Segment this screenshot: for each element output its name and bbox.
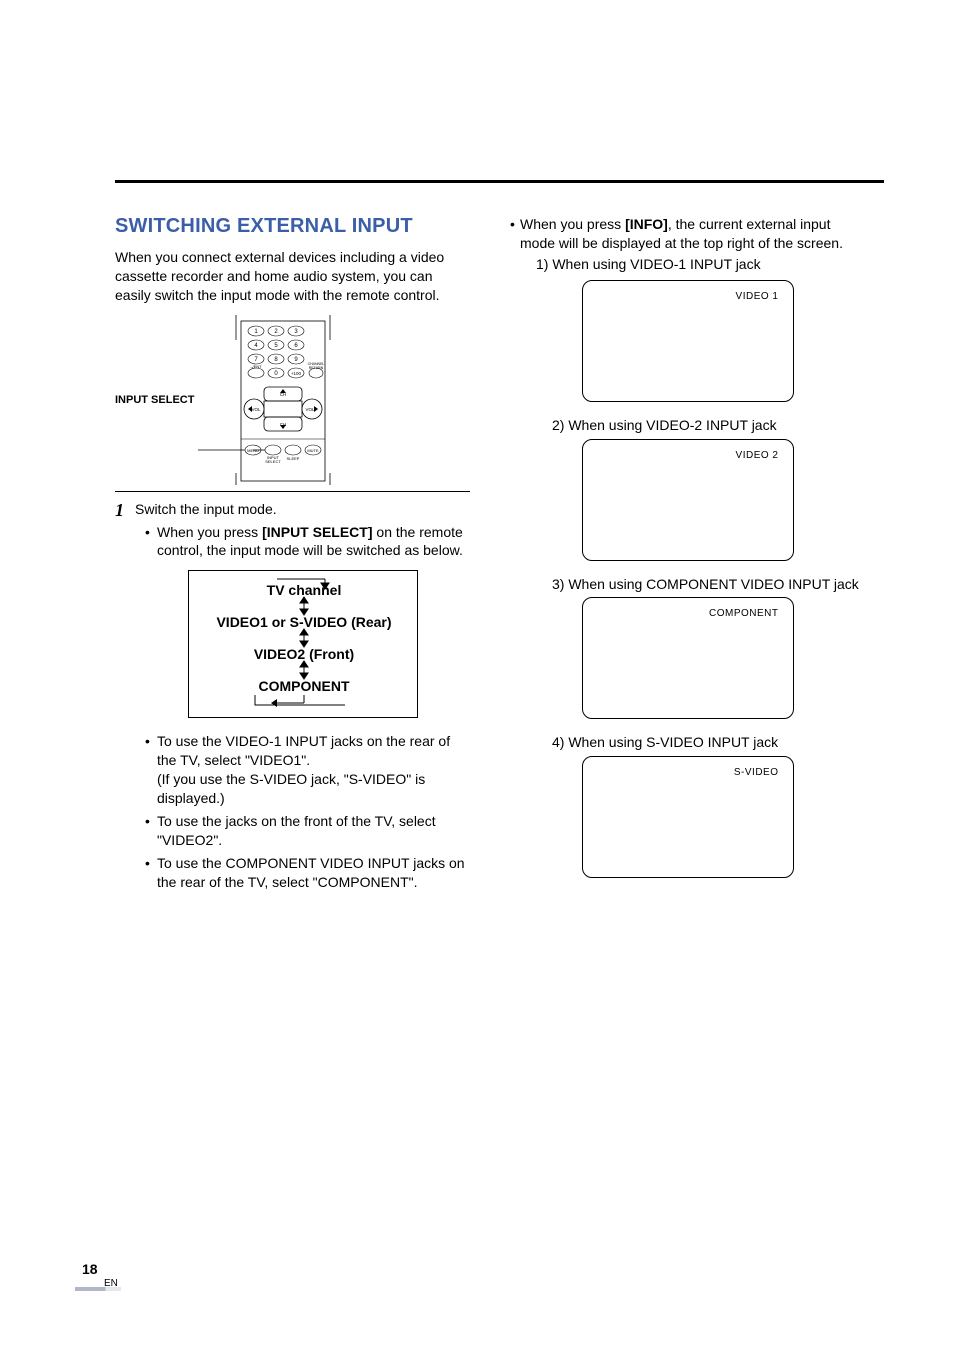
caption-svideo: 4) When using S-VIDEO INPUT jack [536, 733, 865, 752]
remote-svg: 1 2 3 4 5 6 7 8 9 –/ENT 0 +1 [198, 315, 368, 485]
tv-screen-video1: VIDEO 1 [582, 280, 794, 402]
intro-paragraph: When you connect external devices includ… [115, 248, 470, 305]
step-bullet-input-select: When you press [INPUT SELECT] on the rem… [145, 523, 470, 561]
left-column: SWITCHING EXTERNAL INPUT When you connec… [115, 215, 470, 895]
step-separator-rule [115, 491, 470, 492]
section-title: SWITCHING EXTERNAL INPUT [115, 215, 470, 238]
step-number: 1 [115, 500, 135, 896]
lead-bold-info: [INFO] [625, 216, 668, 232]
dash-ent-label: –/ENT [251, 364, 263, 369]
channel-return-label-2: RETURN [309, 366, 324, 370]
tv-screen-svideo: S-VIDEO [582, 756, 794, 878]
input-select-button-label-2: SELECT [266, 459, 282, 464]
lead-pre: When you press [520, 216, 625, 232]
tv-label-svideo: S-VIDEO [734, 767, 779, 778]
remote-illustration: 1 2 3 4 5 6 7 8 9 –/ENT 0 +1 [198, 315, 368, 485]
two-column-layout: SWITCHING EXTERNAL INPUT When you connec… [115, 215, 884, 895]
caption-wrap-2: 2) When using VIDEO-2 INPUT jack [510, 416, 865, 435]
sleep-button-label: SLEEP [287, 456, 300, 461]
flow-svg: TV channel VIDEO1 or S-VIDEO (Rear) VIDE… [197, 577, 411, 707]
vol-right-label: VOL [306, 407, 316, 412]
vol-left-label: VOL [252, 407, 262, 412]
step-text: Switch the input mode. [135, 501, 277, 517]
caption-wrap-4: 4) When using S-VIDEO INPUT jack [510, 733, 865, 752]
remote-figure: INPUT SELECT 1 [115, 315, 470, 485]
caption-component: 3) When using COMPONENT VIDEO INPUT jack [536, 575, 865, 594]
right-column: • When you press [INFO], the current ext… [510, 215, 865, 895]
top-rule [115, 180, 884, 183]
step-body: Switch the input mode. When you press [I… [135, 500, 470, 896]
tv-label-video1: VIDEO 1 [736, 291, 779, 302]
mute-button-label: MUTE [308, 448, 320, 453]
bullet-video2: To use the jacks on the front of the TV,… [145, 812, 470, 850]
bullet-icon: • [510, 215, 520, 276]
caption-wrap-3: 3) When using COMPONENT VIDEO INPUT jack [510, 575, 865, 594]
flow-row-video1: VIDEO1 or S-VIDEO (Rear) [216, 614, 391, 630]
step-bullet-list: When you press [INPUT SELECT] on the rem… [135, 523, 470, 561]
info-lead-bullet: • When you press [INFO], the current ext… [510, 215, 865, 276]
text-pre: When you press [157, 524, 262, 540]
caption-video1: 1) When using VIDEO-1 INPUT jack [520, 255, 865, 274]
tv-label-component: COMPONENT [709, 608, 779, 619]
input-select-callout-label: INPUT SELECT [115, 394, 198, 406]
menu-button-label: MENU [248, 448, 260, 453]
text-bold-input-select: [INPUT SELECT] [262, 524, 372, 540]
flow-row-tv-channel: TV channel [266, 582, 341, 598]
page: SWITCHING EXTERNAL INPUT When you connec… [0, 0, 954, 1351]
screen-examples-list: 1) When using VIDEO-1 INPUT jack [520, 255, 865, 274]
page-number-rule [75, 1287, 121, 1291]
bullet-video1: To use the VIDEO-1 INPUT jacks on the re… [145, 732, 470, 808]
input-mode-flow-diagram: TV channel VIDEO1 or S-VIDEO (Rear) VIDE… [188, 570, 418, 718]
flow-row-component: COMPONENT [258, 678, 349, 694]
caption-video2: 2) When using VIDEO-2 INPUT jack [536, 416, 865, 435]
tv-label-video2: VIDEO 2 [736, 450, 779, 461]
flow-row-video2: VIDEO2 (Front) [253, 646, 353, 662]
tv-screen-video2: VIDEO 2 [582, 439, 794, 561]
step-1: 1 Switch the input mode. When you press … [115, 500, 470, 896]
info-lead-text: When you press [INFO], the current exter… [520, 215, 865, 276]
bullet-component: To use the COMPONENT VIDEO INPUT jacks o… [145, 854, 470, 892]
page-number: 18 [82, 1261, 98, 1277]
tv-screen-component: COMPONENT [582, 597, 794, 719]
plus100-label: +100 [291, 371, 302, 376]
post-flow-bullet-list: To use the VIDEO-1 INPUT jacks on the re… [135, 732, 470, 891]
